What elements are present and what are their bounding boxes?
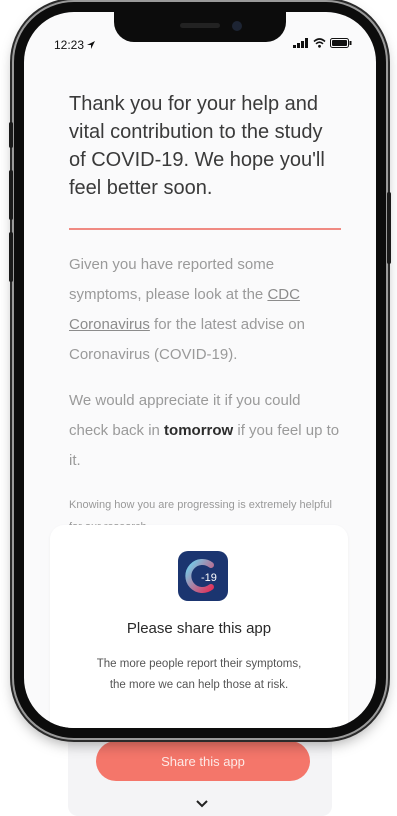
status-icons: [293, 38, 352, 48]
thank-you-content: Thank you for your help and vital contri…: [69, 90, 341, 538]
camera-icon: [232, 21, 242, 31]
status-time: 12:23: [54, 38, 96, 52]
mute-switch: [9, 122, 13, 148]
volume-up-button: [9, 170, 13, 220]
share-card-title: Please share this app: [126, 620, 272, 637]
tomorrow-emphasis: tomorrow: [164, 422, 234, 439]
check-back-paragraph: We would appreciate it if you could chec…: [69, 386, 341, 476]
signal-icon: [293, 38, 308, 48]
app-icon-label: -19: [201, 572, 217, 584]
battery-icon: [330, 38, 352, 48]
volume-down-button: [9, 232, 13, 282]
app-icon: -19: [178, 551, 228, 601]
power-button: [387, 192, 391, 264]
notch: [114, 12, 286, 42]
chevron-down-icon[interactable]: [195, 797, 209, 811]
divider: [69, 228, 341, 230]
thank-you-heading: Thank you for your help and vital contri…: [69, 93, 325, 199]
wifi-icon: [313, 38, 326, 48]
phone-frame: 12:23 Thank you for your help and vital …: [9, 2, 391, 738]
speaker-grille: [180, 23, 220, 28]
location-arrow-icon: [87, 41, 96, 49]
share-card-text: The more people report their symptoms, t…: [96, 658, 302, 691]
share-card: -19 Please share this app The more peopl…: [50, 525, 348, 728]
symptoms-text: Given you have reported some symptoms, p…: [69, 256, 275, 303]
share-app-button[interactable]: Share this app: [96, 741, 310, 781]
symptoms-paragraph: Given you have reported some symptoms, p…: [69, 250, 341, 370]
phone-screen: 12:23 Thank you for your help and vital …: [24, 12, 376, 728]
